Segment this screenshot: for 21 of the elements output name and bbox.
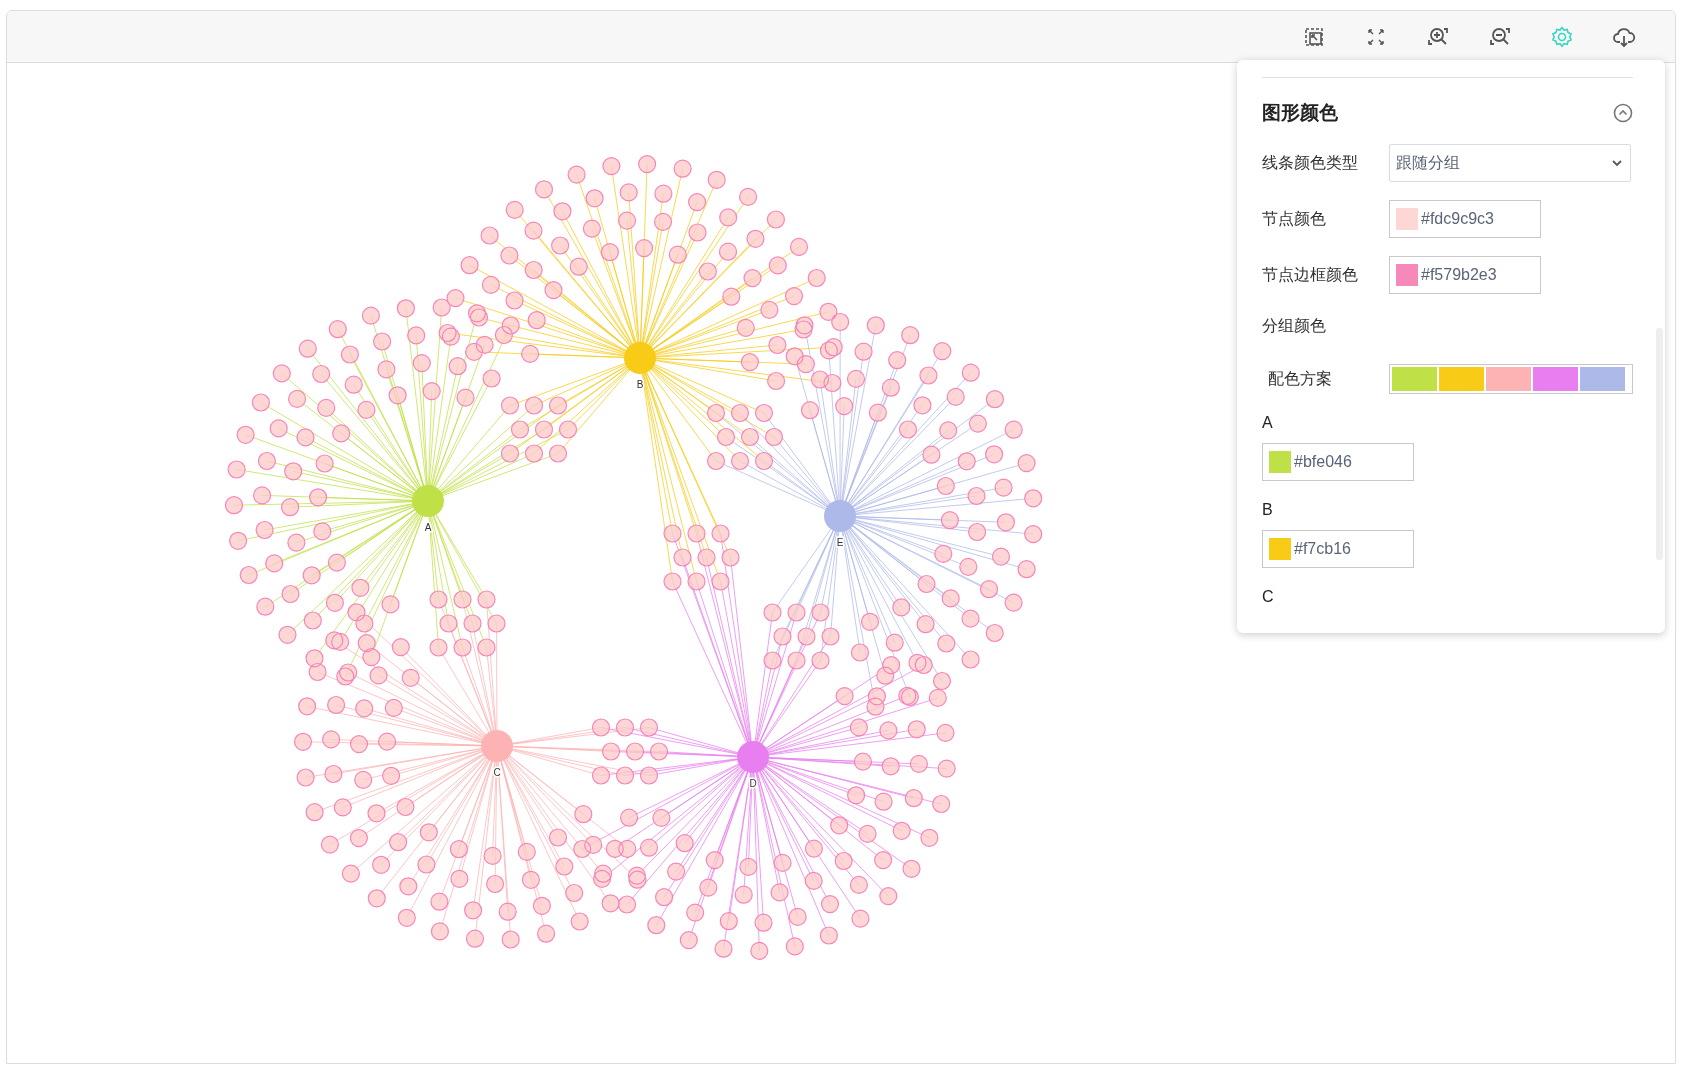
node-label: E <box>836 537 844 548</box>
collapse-button[interactable] <box>1613 103 1633 123</box>
group-label: C <box>1262 588 1275 606</box>
group-label: A <box>1262 414 1274 432</box>
color-picker-field[interactable]: #f7cb16 <box>1262 530 1414 568</box>
field-label: 配色方案 <box>1267 368 1333 389</box>
node-label: D <box>749 778 757 789</box>
color-picker-field[interactable]: #bfe046 <box>1262 443 1414 481</box>
field-label: 线条颜色类型 <box>1262 152 1359 173</box>
color-picker-field[interactable]: #f579b2e3 <box>1389 256 1541 294</box>
group-label: B <box>1262 501 1274 519</box>
node-label: A <box>424 522 432 533</box>
node-label: C <box>493 767 501 778</box>
panel-title: 图形颜色 <box>1262 101 1338 125</box>
section-label: 分组颜色 <box>1262 316 1327 336</box>
settings-icon <box>1550 24 1574 49</box>
node-label: B <box>636 379 644 390</box>
color-picker-field[interactable]: #fdc9c9c3 <box>1389 200 1541 238</box>
field-label: 节点颜色 <box>1262 208 1327 229</box>
field-label: 节点边框颜色 <box>1262 264 1359 285</box>
line-color-select[interactable]: 跟随分组 <box>1389 144 1631 182</box>
